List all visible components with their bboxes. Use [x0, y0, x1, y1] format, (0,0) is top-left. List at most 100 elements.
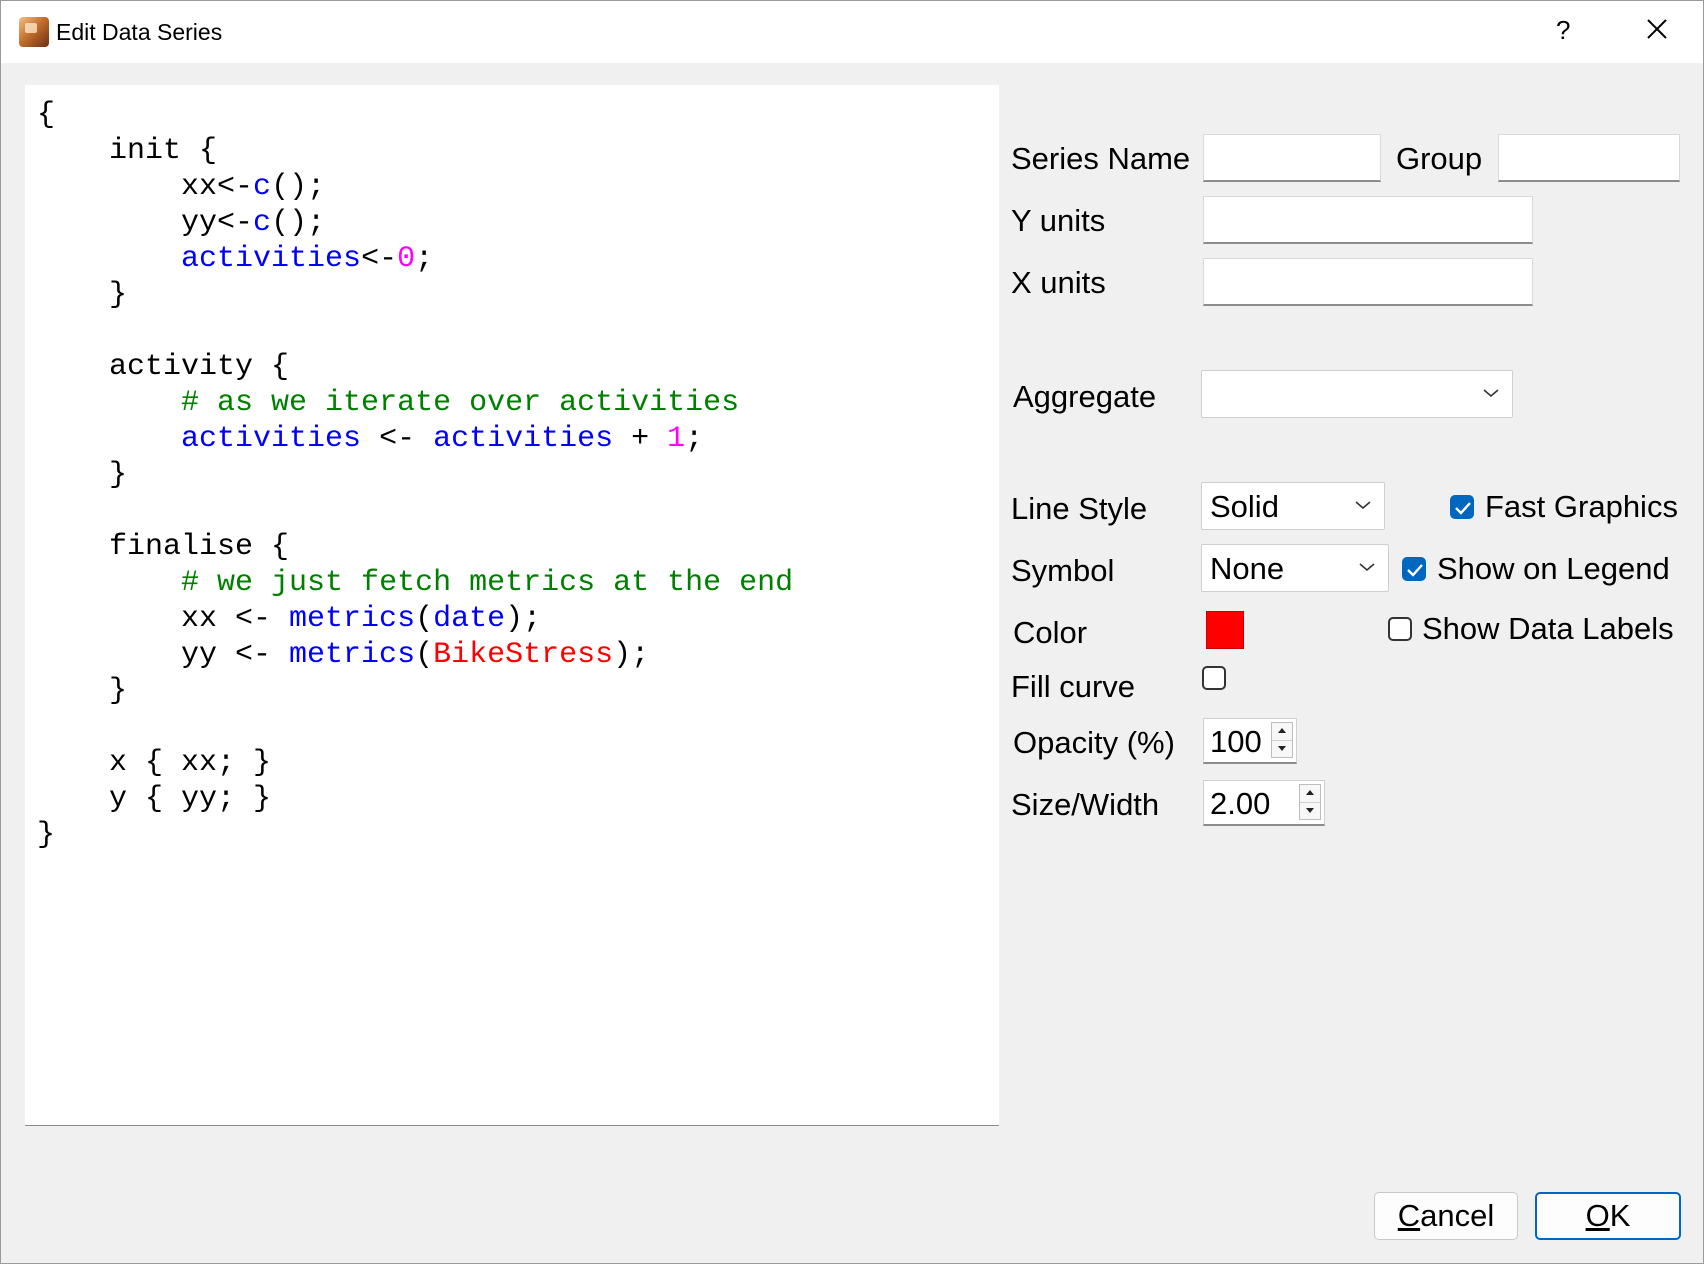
code-token: } [37, 458, 128, 492]
code-line: yy<-c(); [37, 206, 325, 240]
group-label: Group [1396, 141, 1483, 176]
fill-curve-label: Fill curve [1011, 669, 1136, 704]
symbol-select[interactable]: None [1201, 544, 1389, 592]
show-data-labels-label[interactable]: Show Data Labels [1422, 611, 1674, 647]
code-token: activity { [37, 350, 290, 384]
code-token: activities [181, 422, 362, 456]
code-token: x { xx; } [37, 746, 272, 780]
code-token: } [37, 278, 128, 312]
code-line: xx <- metrics(date); [37, 602, 541, 636]
code-line: # as we iterate over activities [37, 386, 739, 420]
code-token: y { yy; } [37, 782, 272, 816]
code-token: xx <- [37, 602, 290, 636]
chevron-down-icon [1483, 389, 1499, 398]
window-title: Edit Data Series [56, 19, 223, 45]
chevron-down-icon [1355, 501, 1371, 510]
code-token: 1 [667, 422, 686, 456]
symbol-label: Symbol [1011, 553, 1115, 588]
code-line: yy <- metrics(BikeStress); [37, 638, 649, 672]
code-line: x { xx; } [37, 746, 271, 780]
help-button[interactable]: ? [1556, 15, 1570, 46]
fast-graphics-checkbox[interactable] [1450, 495, 1474, 519]
code-token: ( [415, 602, 434, 636]
code-token: init { [37, 134, 218, 168]
code-line: y { yy; } [37, 782, 271, 816]
size-width-spinbox[interactable]: 2.00 [1203, 780, 1325, 826]
cancel-button[interactable]: Cancel [1374, 1192, 1518, 1240]
title-bar: Edit Data Series ? [1, 1, 1703, 63]
code-line: } [37, 818, 55, 852]
line-style-select[interactable]: Solid [1201, 482, 1385, 530]
opacity-spinbox[interactable]: 100 [1203, 718, 1297, 764]
code-token: # we just fetch metrics at the end [181, 566, 794, 600]
close-icon[interactable] [1641, 13, 1673, 45]
arrow-down-icon [1306, 808, 1314, 813]
x-units-input[interactable] [1203, 258, 1533, 306]
code-token: metrics [289, 602, 416, 636]
code-token: yy <- [37, 638, 290, 672]
code-token: 0 [397, 242, 416, 276]
checkmark-icon [1407, 564, 1423, 577]
code-token: c [253, 170, 272, 204]
code-line: init { [37, 134, 217, 168]
chevron-down-icon [1359, 563, 1375, 572]
size-width-decrement-button[interactable] [1300, 802, 1320, 819]
series-name-input[interactable] [1203, 134, 1381, 182]
code-line: activities <- activities + 1; [37, 422, 703, 456]
show-on-legend-checkbox[interactable] [1402, 557, 1426, 581]
fast-graphics-label[interactable]: Fast Graphics [1485, 489, 1678, 525]
program-editor[interactable]: { init { xx<-c(); yy<-c(); activities<-0… [25, 85, 999, 1126]
code-token: } [37, 674, 128, 708]
code-token: activities [433, 422, 614, 456]
size-width-value: 2.00 [1210, 786, 1271, 821]
opacity-value: 100 [1210, 724, 1262, 759]
code-token: (); [271, 206, 326, 240]
size-width-spin-arrows [1299, 784, 1321, 820]
arrow-up-icon [1278, 728, 1286, 733]
opacity-decrement-button[interactable] [1272, 740, 1292, 757]
code-token: { [37, 98, 56, 132]
opacity-label: Opacity (%) [1013, 725, 1175, 760]
app-icon [19, 17, 49, 47]
color-swatch-button[interactable] [1206, 611, 1244, 649]
size-width-label: Size/Width [1011, 787, 1160, 822]
program-code[interactable]: { init { xx<-c(); yy<-c(); activities<-0… [37, 97, 793, 853]
code-line: # we just fetch metrics at the end [37, 566, 793, 600]
code-token: ( [415, 638, 434, 672]
code-line: activity { [37, 350, 289, 384]
cancel-label-rest: ancel [1420, 1198, 1495, 1233]
code-token: activities [181, 242, 362, 276]
opacity-increment-button[interactable] [1272, 723, 1292, 741]
show-data-labels-checkbox[interactable] [1388, 617, 1412, 641]
arrow-down-icon [1278, 746, 1286, 751]
aggregate-label: Aggregate [1013, 379, 1157, 414]
y-units-label: Y units [1011, 203, 1106, 238]
show-on-legend-label[interactable]: Show on Legend [1437, 551, 1670, 587]
ok-button[interactable]: OK [1535, 1192, 1681, 1240]
code-token: (); [271, 170, 326, 204]
color-label: Color [1013, 615, 1088, 650]
code-line: } [37, 278, 127, 312]
code-token: metrics [289, 638, 416, 672]
group-input[interactable] [1498, 134, 1680, 182]
checkmark-icon [1455, 502, 1471, 515]
code-token: ; [415, 242, 434, 276]
code-token: ; [685, 422, 704, 456]
fill-curve-checkbox[interactable] [1202, 666, 1226, 690]
size-width-increment-button[interactable] [1300, 785, 1320, 803]
ok-label-rest: K [1609, 1198, 1631, 1233]
aggregate-select[interactable] [1201, 370, 1513, 418]
code-token: date [433, 602, 506, 636]
cancel-mnemonic: C [1397, 1198, 1421, 1233]
code-token: ); [505, 602, 542, 636]
code-token: BikeStress [433, 638, 614, 672]
code-token: <- [361, 422, 434, 456]
code-token: c [253, 206, 272, 240]
line-style-value: Solid [1210, 489, 1279, 524]
y-units-input[interactable] [1203, 196, 1533, 244]
code-token: + [613, 422, 668, 456]
ok-mnemonic: O [1585, 1198, 1610, 1233]
